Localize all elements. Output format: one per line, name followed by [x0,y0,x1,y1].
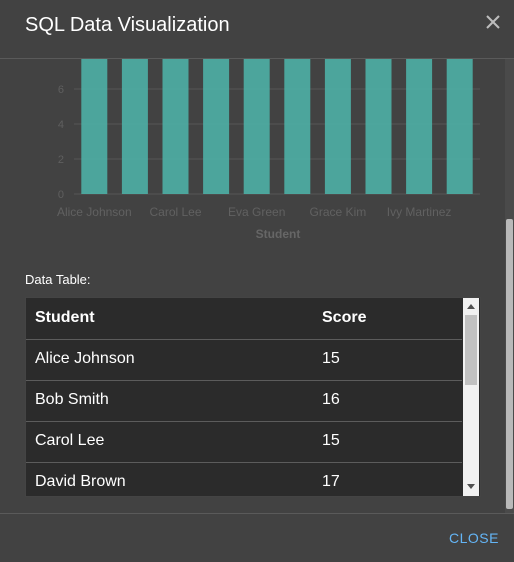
y-tick-label: 0 [58,189,64,201]
scroll-down-arrow-icon[interactable] [467,484,475,489]
cell-score: 17 [322,473,340,490]
cell-score: 16 [322,391,340,408]
scroll-up-arrow-icon[interactable] [467,304,475,309]
table-scrollbar-thumb[interactable] [465,315,477,385]
column-header-student: Student [35,309,95,326]
table-label: Data Table: [25,272,91,287]
x-axis-label: Student [256,227,301,241]
column-header-score: Score [322,309,367,326]
close-button[interactable]: CLOSE [449,530,499,546]
bar-jack-wilson [446,59,473,194]
x-tick-label: Eva Green [228,205,285,219]
dialog: SQL Data Visualization 0 2 4 6 Alice Johnson… [0,0,514,562]
y-tick-label: 4 [58,119,64,131]
table-scrollbar[interactable] [463,298,479,496]
cell-score: 15 [322,432,340,449]
bar-bob-smith [121,59,148,194]
x-tick-label: Alice Johnson [57,205,132,219]
bar-ivy-martinez [406,59,433,194]
bar-alice-johnson [81,59,108,194]
table-row: David Brown 17 [26,462,462,496]
data-table: Student Score Alice Johnson 15 Bob Smith… [25,297,481,497]
content-scrollbar-thumb[interactable] [506,219,513,509]
table-row: Bob Smith 16 [26,380,462,422]
cell-score: 15 [322,350,340,367]
dialog-content[interactable]: 0 2 4 6 Alice Johnson Carol Lee Eva Green Grace… [0,59,505,513]
footer-divider [0,513,514,514]
cell-student: Carol Lee [35,432,105,449]
bar-chart: 0 2 4 6 Alice Johnson Carol Lee Eva Green Grace… [57,59,480,241]
dialog-header: SQL Data Visualization [0,0,514,58]
table-header-row: Student Score [26,298,462,340]
cell-student: David Brown [35,473,126,490]
close-icon[interactable] [481,10,505,34]
x-tick-label: Grace Kim [310,205,367,219]
bar-grace-kim [324,59,351,194]
bar-david-brown [203,59,230,194]
cell-student: Bob Smith [35,391,109,408]
bar-carol-lee [162,59,189,194]
content-scrollbar[interactable] [505,59,514,513]
x-tick-label: Carol Lee [149,205,201,219]
x-tick-label: Ivy Martinez [387,205,452,219]
y-tick-label: 6 [58,84,64,96]
bar-eva-green [243,59,270,194]
y-tick-label: 2 [58,154,64,166]
table-row: Carol Lee 15 [26,421,462,463]
bar-henry-clark [365,59,392,194]
dialog-title: SQL Data Visualization [25,14,230,36]
bar-frank-white [284,59,311,194]
table-row: Alice Johnson 15 [26,339,462,381]
cell-student: Alice Johnson [35,350,135,367]
